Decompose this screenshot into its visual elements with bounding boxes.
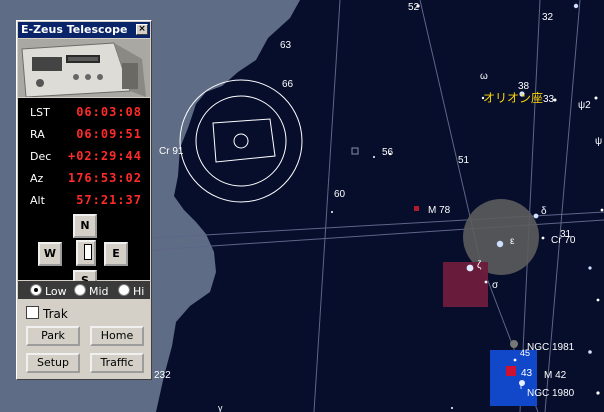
readout-value: 57:21:37	[76, 193, 142, 207]
coordinate-display: LST 06:03:08 RA 06:09:51 Dec +02:29:44 A…	[18, 98, 150, 292]
park-button[interactable]: Park	[26, 326, 80, 346]
speed-selector: Low Mid Hi	[18, 281, 150, 299]
readout-value: 176:53:02	[67, 171, 142, 185]
label-ngc1980: NGC 1980	[527, 388, 575, 399]
readout-label: LST	[30, 106, 50, 119]
radio-dot	[74, 284, 86, 296]
label-psi2: ψ2	[578, 100, 591, 111]
trak-label: Trak	[43, 307, 68, 321]
readout-value: 06:03:08	[76, 105, 142, 119]
home-button[interactable]: Home	[90, 326, 144, 346]
label-epsilon: ε	[510, 236, 515, 247]
label-232: 232	[154, 370, 171, 381]
readout-label: Alt	[30, 194, 45, 207]
readout-row: Alt 57:21:37	[18, 192, 150, 210]
label-ngc1981: NGC 1981	[527, 342, 575, 353]
speed-mid-label: Mid	[89, 285, 109, 298]
label-m78: M 78	[428, 205, 451, 216]
label-m42: M 42	[544, 370, 567, 381]
speed-low-label: Low	[45, 285, 67, 298]
radio-dot	[118, 284, 130, 296]
label-60: 60	[334, 189, 346, 200]
label-iota: ι	[520, 381, 522, 391]
speed-hi-radio[interactable]: Hi	[118, 284, 144, 298]
readout-label: Az	[30, 172, 44, 185]
panel-titlebar[interactable]: E-Zeus Telescope ×	[18, 22, 150, 38]
stop-icon	[84, 244, 92, 260]
panel-title: E-Zeus Telescope	[21, 23, 128, 36]
readout-row: RA 06:09:51	[18, 126, 150, 144]
label-63: 63	[280, 40, 292, 51]
label-cr70: Cr 70	[551, 235, 576, 246]
east-button[interactable]: E	[104, 242, 128, 266]
label-sigma: σ	[492, 280, 499, 291]
label-gamma: γ	[218, 403, 223, 412]
label-orion: オリオン座	[483, 90, 543, 105]
label-33: 33	[543, 94, 555, 105]
m78-marker	[414, 206, 419, 211]
label-51: 51	[458, 155, 470, 166]
speed-mid-radio[interactable]: Mid	[74, 284, 109, 298]
label-66: 66	[282, 79, 294, 90]
stop-button[interactable]	[76, 240, 96, 266]
setup-button[interactable]: Setup	[26, 353, 80, 373]
label-zeta: ζ	[477, 260, 482, 271]
label-cr91: Cr 91	[159, 146, 184, 157]
readout-label: RA	[30, 128, 45, 141]
label-m43: 43	[521, 368, 533, 379]
readout-value: +02:29:44	[67, 149, 142, 163]
label-delta: δ	[541, 206, 547, 217]
readout-label: Dec	[30, 150, 52, 163]
label-32: 32	[542, 12, 554, 23]
readout-row: Dec +02:29:44	[18, 148, 150, 166]
label-psi: ψ	[595, 136, 602, 147]
m42-inner	[506, 366, 516, 376]
speed-hi-label: Hi	[133, 285, 145, 298]
west-button[interactable]: W	[38, 242, 62, 266]
checkbox-box	[26, 306, 39, 319]
label-52: 52	[408, 2, 420, 13]
telescope-panel: E-Zeus Telescope × LST 06:03:08 RA 06:09…	[16, 20, 152, 380]
label-omega: ω	[480, 71, 488, 82]
label-56: 56	[382, 147, 394, 158]
readout-value: 06:09:51	[76, 127, 142, 141]
north-button[interactable]: N	[73, 214, 97, 238]
readout-row: LST 06:03:08	[18, 104, 150, 122]
small-square	[351, 147, 359, 155]
telescope-device-photo	[18, 39, 150, 97]
speed-low-radio[interactable]: Low	[30, 284, 67, 298]
traffic-button[interactable]: Traffic	[90, 353, 144, 373]
trak-checkbox[interactable]: Trak	[26, 306, 68, 321]
label-45: 45	[520, 348, 530, 358]
readout-row: Az 176:53:02	[18, 170, 150, 188]
radio-dot-selected	[30, 284, 42, 296]
close-button[interactable]: ×	[136, 24, 148, 35]
